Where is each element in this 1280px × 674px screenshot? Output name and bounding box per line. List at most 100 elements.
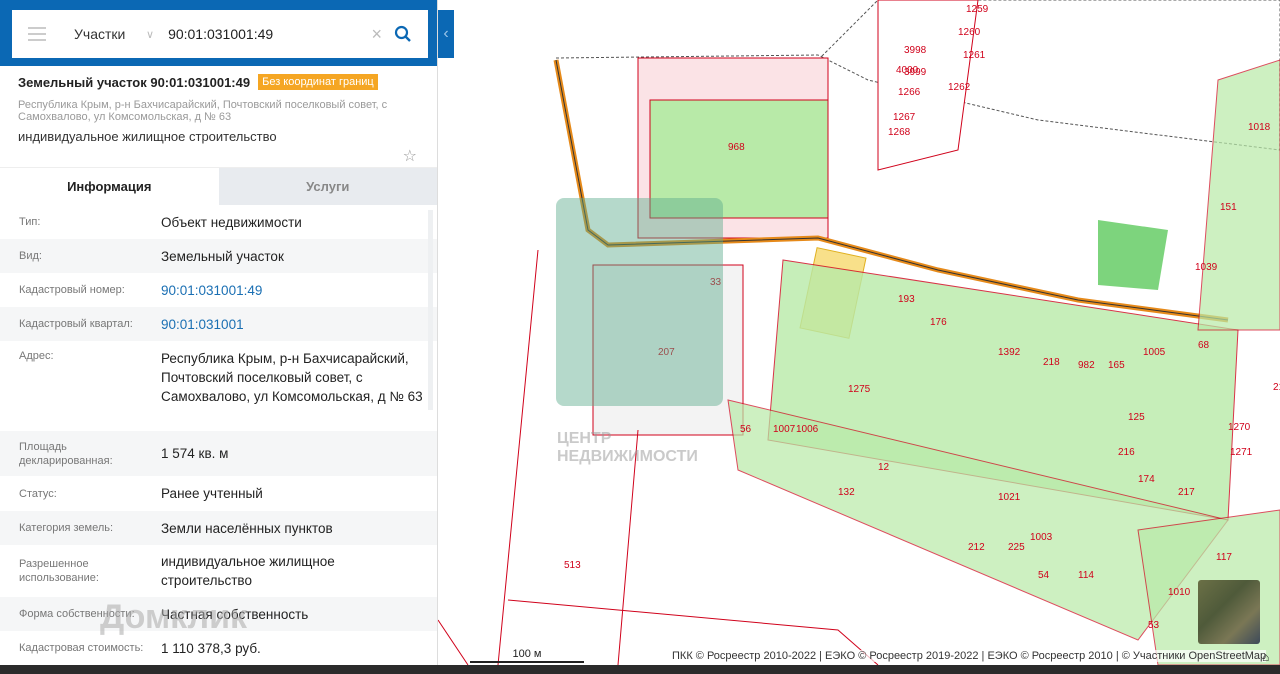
info-value: Ранее учтенный <box>161 486 263 501</box>
info-row: Адрес: Республика Крым, р-н Бахчисарайски… <box>0 341 437 431</box>
parcel-number: 217 <box>1178 487 1195 498</box>
info-value[interactable]: 90:01:031001 <box>161 315 427 334</box>
info-label: Форма собственности: <box>19 608 135 620</box>
parcel-number: 1010 <box>1168 587 1191 598</box>
parcel-number: 1005 <box>1143 347 1166 358</box>
object-title: Земельный участок 90:01:031001:49 <box>18 74 251 90</box>
parcel-green <box>1098 220 1168 290</box>
info-label: Тип: <box>19 216 41 228</box>
parcel-number: 1003 <box>1030 532 1053 543</box>
parcel-number: 225 <box>1008 542 1025 553</box>
parcel-number: 132 <box>838 487 855 498</box>
bottom-bar <box>0 665 1280 674</box>
parcel-number: 1270 <box>1228 422 1251 433</box>
watermark-logo <box>556 198 723 406</box>
collapse-panel-button[interactable]: ‹ <box>438 10 454 58</box>
info-value: Объект недвижимости <box>161 214 302 230</box>
info-label: Кадастровый квартал: <box>19 318 133 330</box>
parcel-number: 213 <box>1273 382 1280 393</box>
info-row: Тип: Объект недвижимости <box>0 205 437 239</box>
parcel-block <box>1197 59 1280 331</box>
star-icon[interactable]: ☆ <box>403 146 417 166</box>
parcel-number: 4000 <box>896 65 919 76</box>
scale-bar: 100 м <box>470 648 584 663</box>
parcel-number: 1007 <box>773 424 796 435</box>
home-icon[interactable]: ⌂ <box>1262 650 1269 664</box>
parcel-number: 1267 <box>893 112 916 123</box>
parcel-number: 3998 <box>904 45 927 56</box>
info-row: Форма собственности: Частная собственност… <box>0 597 437 631</box>
info-label: Статус: <box>19 487 57 500</box>
info-label: Адрес: <box>19 350 54 362</box>
parcel-number: 1275 <box>848 384 871 395</box>
parcel-number: 117 <box>1216 552 1232 563</box>
info-value: Земли населённых пунктов <box>161 520 333 536</box>
info-label: Кадастровая стоимость: <box>19 642 144 654</box>
tab-info[interactable]: Информация <box>0 168 219 205</box>
info-value: индивидуальное жилищное строительство <box>161 554 335 588</box>
info-label: Кадастровый номер: <box>19 284 125 296</box>
parcel-number: 1271 <box>1230 447 1253 458</box>
parcel-number: 151 <box>1220 202 1237 213</box>
parcel-number: 68 <box>1198 340 1210 351</box>
parcel-number: 12 <box>878 462 890 473</box>
parcel-number: 212 <box>968 542 985 553</box>
chevron-down-icon[interactable]: ∨ <box>146 28 154 41</box>
parcel-number: 218 <box>1043 357 1060 368</box>
parcel-number: 53 <box>1148 620 1160 631</box>
object-use: индивидуальное жилищное строительство <box>18 129 277 144</box>
category-select[interactable]: Участки <box>74 26 146 42</box>
info-value: 1 110 378,3 руб. <box>161 640 261 656</box>
info-row: Кадастровая стоимость: 1 110 378,3 руб. <box>0 631 437 665</box>
satellite-layer-toggle[interactable] <box>1198 580 1260 644</box>
map-attribution: ПКК © Росреестр 2010-2022 | ЕЭКО © Росре… <box>672 650 1267 662</box>
parcel-number: 1039 <box>1195 262 1218 273</box>
parcel-number: 1018 <box>1248 122 1271 133</box>
tab-services[interactable]: Услуги <box>218 168 437 205</box>
search-header: Участки ∨ 90:01:031001:49 × <box>0 0 437 66</box>
info-row: Статус: Ранее учтенный <box>0 476 437 511</box>
clear-icon[interactable]: × <box>371 24 382 45</box>
info-row: Площадь декларированная: 1 574 кв. м <box>0 431 437 476</box>
search-icon[interactable] <box>394 25 412 43</box>
parcel-number: 56 <box>740 424 752 435</box>
parcel-number: 1021 <box>998 492 1021 503</box>
info-value[interactable]: 90:01:031001:49 <box>161 281 427 300</box>
info-row: Кадастровый квартал: 90:01:031001 <box>0 307 437 341</box>
info-panel: Участки ∨ 90:01:031001:49 × Земельный уч… <box>0 0 438 665</box>
search-input[interactable]: 90:01:031001:49 <box>168 26 371 42</box>
parcel-number: 1392 <box>998 347 1021 358</box>
status-badge: Без координат границ <box>258 74 378 90</box>
scrollbar[interactable] <box>428 210 433 410</box>
info-row: Разрешенное использование: индивидуальное… <box>0 545 437 597</box>
info-value: 1 574 кв. м <box>161 446 229 461</box>
parcel-number: 174 <box>1138 474 1155 485</box>
object-address: Республика Крым, р-н Бахчисарайский, Поч… <box>18 99 388 123</box>
watermark-text: ЦЕНТР НЕДВИЖИМОСТИ <box>557 430 698 465</box>
parcel-number: 1261 <box>963 50 986 61</box>
parcel-number: 216 <box>1118 447 1135 458</box>
info-value: Республика Крым, р-н Бахчисарайский, Поч… <box>161 351 423 404</box>
menu-icon[interactable] <box>28 27 46 41</box>
info-value: Земельный участок <box>161 248 284 264</box>
info-label: Площадь декларированная: <box>19 440 113 467</box>
parcel-number: 1266 <box>898 87 921 98</box>
parcel-number: 982 <box>1078 360 1095 371</box>
info-label: Категория земель: <box>19 522 114 534</box>
parcel-number: 176 <box>930 317 947 328</box>
info-value: Частная собственность <box>161 606 309 622</box>
parcel-number: 193 <box>898 294 915 305</box>
parcel-number: 513 <box>564 560 581 571</box>
info-label: Вид: <box>19 250 42 262</box>
parcel-number: 54 <box>1038 570 1050 581</box>
object-card: Земельный участок 90:01:031001:49 Без коо… <box>0 66 437 168</box>
info-table: Тип: Объект недвижимости Вид: Земельный уча… <box>0 205 437 665</box>
parcel-number: 114 <box>1078 570 1094 581</box>
parcel-number: 125 <box>1128 412 1145 423</box>
parcel-number: 1006 <box>796 424 819 435</box>
info-label: Разрешенное использование: <box>19 558 99 584</box>
search-bar: Участки ∨ 90:01:031001:49 × <box>12 10 428 58</box>
parcel-number: 165 <box>1108 360 1125 371</box>
info-row: Вид: Земельный участок <box>0 239 437 273</box>
info-row: Категория земель: Земли населённых пункто… <box>0 511 437 545</box>
